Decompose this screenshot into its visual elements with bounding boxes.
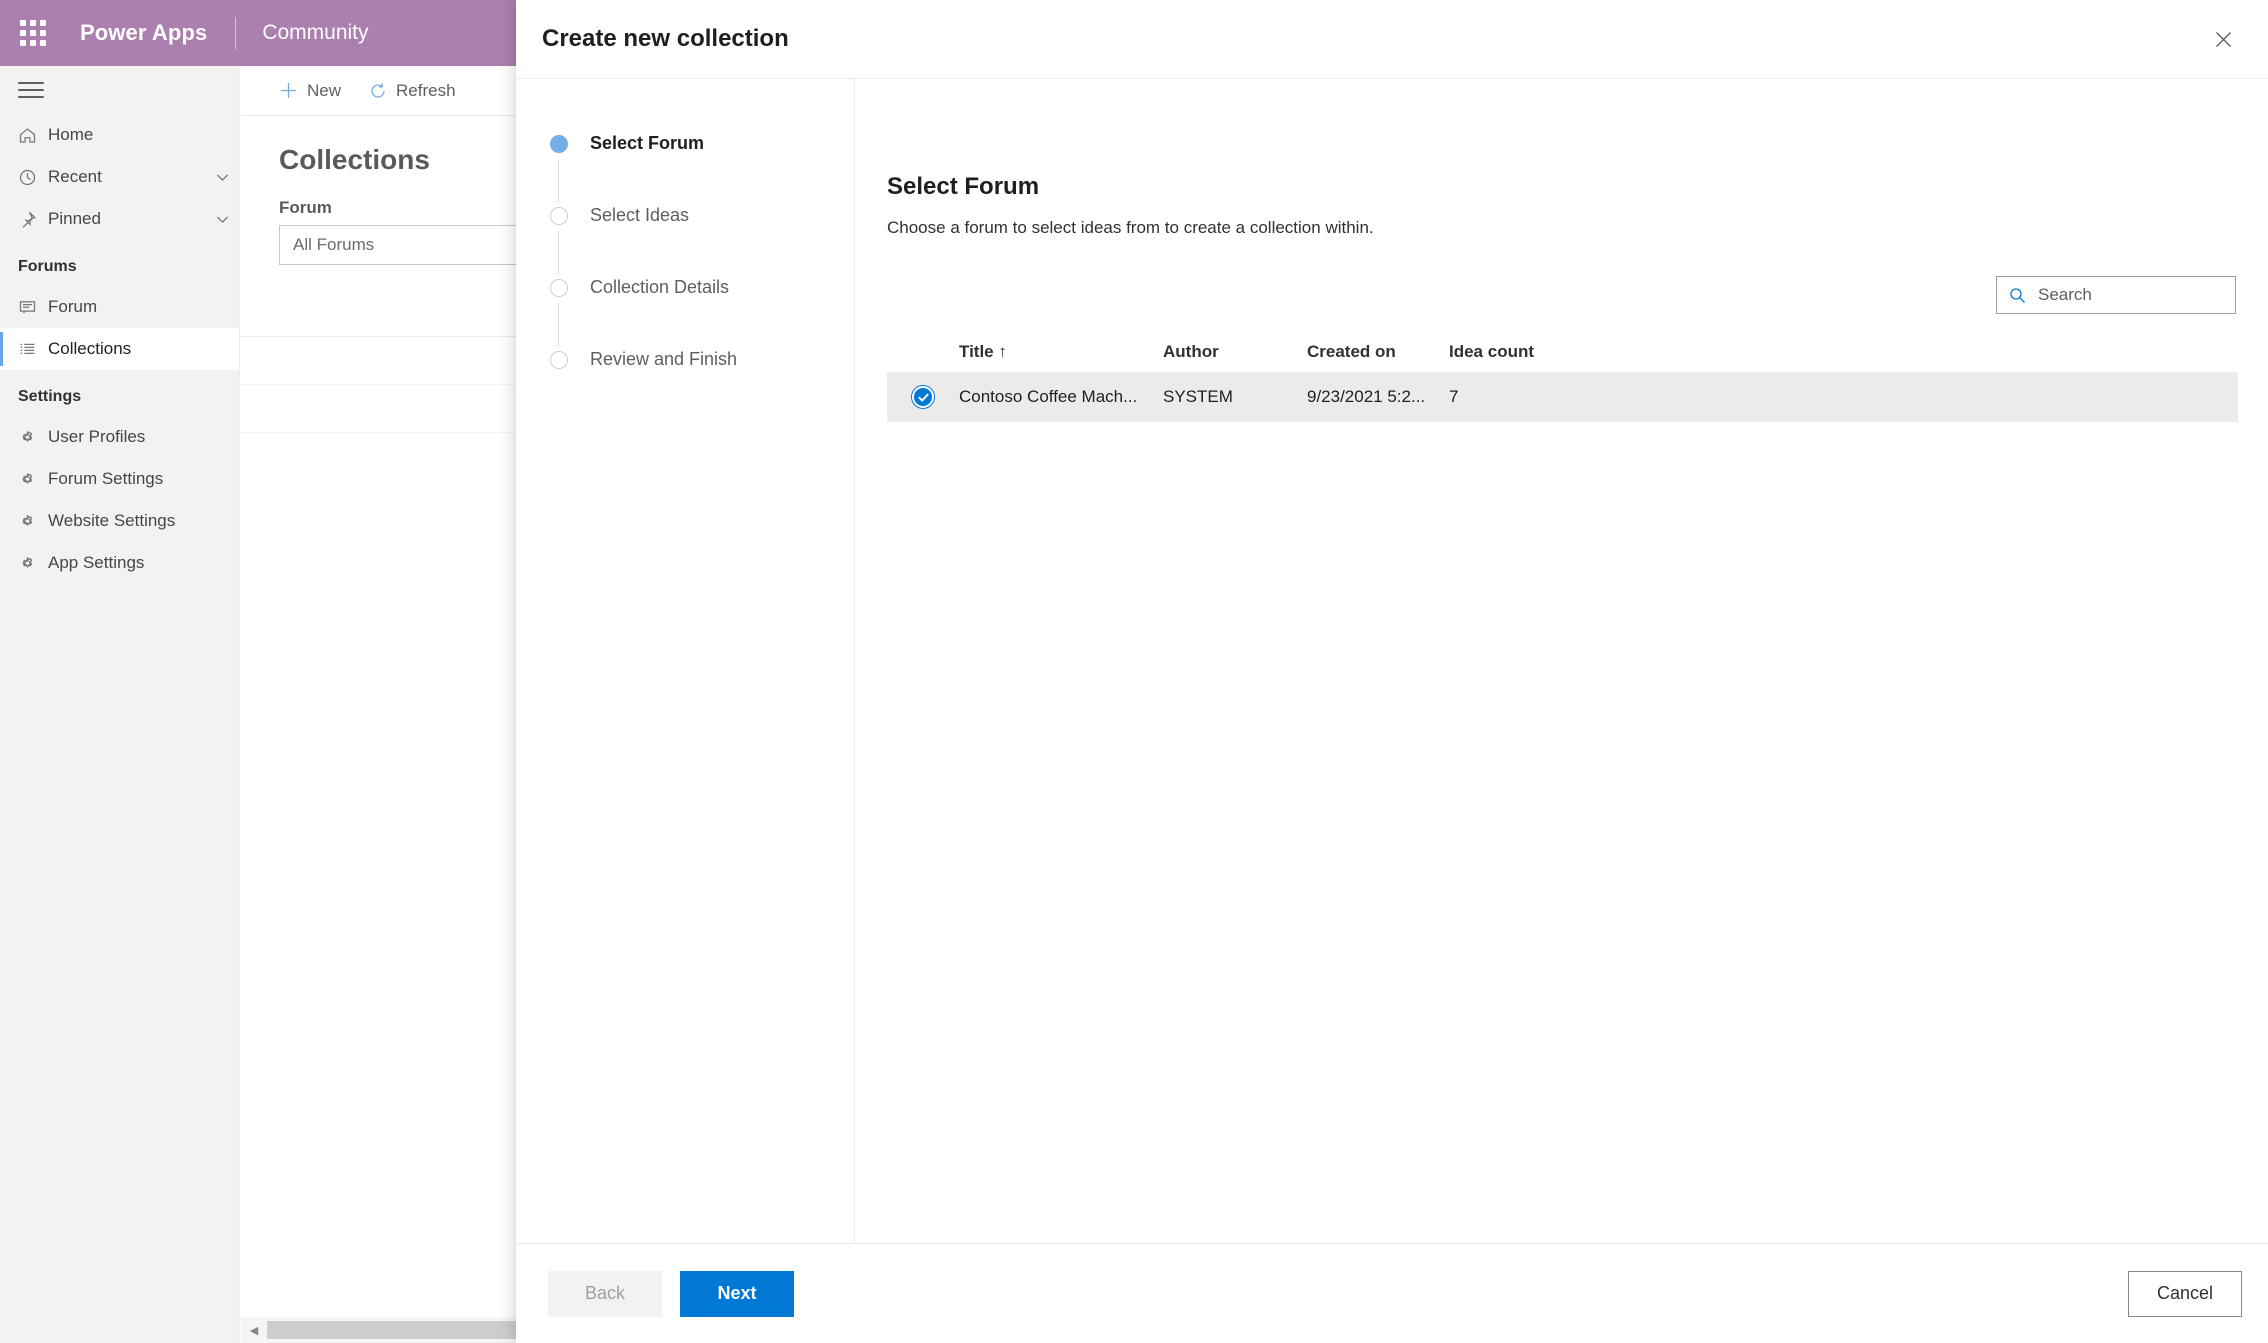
wizard-pane-inner: Select Forum Choose a forum to select id… — [855, 79, 2268, 1243]
row-select-cell[interactable] — [887, 386, 959, 408]
pin-icon — [18, 209, 48, 229]
forum-icon — [18, 297, 48, 317]
hamburger-bars — [18, 77, 44, 103]
sidebar-item-label: Website Settings — [48, 511, 176, 530]
sidebar-item-app-settings[interactable]: App Settings — [0, 542, 239, 584]
search-box[interactable] — [1996, 276, 2236, 314]
sidebar-group-title-settings: Settings — [18, 388, 82, 405]
sidebar-item-user-profiles[interactable]: User Profiles — [0, 416, 239, 458]
sidebar-item-label: Recent — [48, 167, 102, 186]
refresh-button[interactable]: Refresh — [369, 81, 456, 101]
sort-ascending-icon: ↑ — [998, 342, 1007, 361]
sidebar-group-title-forums: Forums — [18, 258, 77, 275]
step-connector — [558, 159, 559, 203]
clock-icon — [18, 167, 48, 187]
column-header-author[interactable]: Author — [1163, 342, 1307, 362]
home-icon — [18, 125, 48, 145]
dialog-header: Create new collection — [516, 0, 2268, 78]
app-launcher-icon[interactable] — [0, 0, 66, 66]
search-input[interactable] — [2036, 284, 2206, 306]
chevron-down-icon[interactable] — [205, 211, 239, 228]
sidebar-groups: Forums Forum Collections Settings User Profi… — [0, 240, 239, 584]
step-connector — [558, 231, 559, 275]
hamburger-menu-icon[interactable] — [0, 66, 240, 114]
sidebar-item-label: Forum Settings — [48, 469, 164, 488]
cell-created-on: 9/23/2021 5:2... — [1307, 387, 1426, 406]
sidebar-item-label: Forum — [48, 297, 98, 316]
wizard-step-select-ideas[interactable]: Select Ideas — [516, 205, 854, 277]
column-header-idea-count[interactable]: Idea count — [1449, 342, 1609, 362]
gear-icon — [18, 469, 48, 489]
column-header-title-label: Title — [959, 342, 994, 361]
new-button-label: New — [307, 80, 342, 100]
column-header-created-on[interactable]: Created on — [1307, 342, 1449, 362]
next-button[interactable]: Next — [680, 1270, 794, 1317]
sidebar-item-label: Pinned — [48, 209, 101, 228]
collections-list-icon — [18, 339, 48, 359]
dialog-title: Create new collection — [542, 25, 789, 52]
wizard-step-review-and-finish[interactable]: Review and Finish — [516, 349, 854, 421]
plus-icon — [279, 81, 298, 100]
wizard-step-label: Select Forum — [590, 133, 705, 153]
refresh-button-label: Refresh — [396, 80, 456, 100]
sidebar-item-pinned[interactable]: Pinned — [0, 198, 239, 240]
wizard-pane: Select Forum Choose a forum to select id… — [855, 79, 2268, 1243]
gear-icon — [18, 511, 48, 531]
create-collection-dialog: Create new collection Select Forum Select… — [516, 0, 2268, 1343]
cell-idea-count: 7 — [1449, 387, 1459, 406]
wizard-step-collection-details[interactable]: Collection Details — [516, 277, 854, 349]
step-bullet-icon — [550, 135, 568, 153]
wizard-step-select-forum[interactable]: Select Forum — [516, 133, 854, 205]
step-bullet-icon — [550, 279, 568, 297]
back-button[interactable]: Back — [548, 1270, 662, 1317]
wizard-step-label: Collection Details — [590, 277, 730, 297]
sidebar-item-home[interactable]: Home — [0, 114, 239, 156]
waffle-grid — [20, 20, 46, 46]
suite-divider — [235, 17, 237, 49]
check-circle-icon[interactable] — [912, 386, 934, 408]
wizard-step-label: Select Ideas — [590, 205, 690, 225]
scroll-left-icon[interactable]: ◀ — [241, 1317, 267, 1343]
sidebar-item-recent[interactable]: Recent — [0, 156, 239, 198]
sidebar-item-label: App Settings — [48, 553, 145, 572]
close-icon[interactable] — [2200, 16, 2246, 62]
sidebar-item-label: User Profiles — [48, 427, 146, 446]
sidebar-item-label: Home — [48, 125, 94, 144]
search-row — [887, 276, 2238, 314]
dialog-body: Select Forum Select Ideas Collection Detai… — [516, 78, 2268, 1243]
cell-author: SYSTEM — [1163, 387, 1233, 406]
pane-heading: Select Forum — [887, 173, 1040, 200]
sidebar-item-website-settings[interactable]: Website Settings — [0, 500, 239, 542]
column-header-title[interactable]: Title ↑ — [959, 342, 1163, 362]
refresh-icon — [369, 82, 387, 100]
table-header-row: Title ↑ Author Created on Idea count — [887, 332, 2238, 372]
dialog-footer: Back Next Cancel — [516, 1243, 2268, 1343]
forum-results-table: Title ↑ Author Created on Idea count Con… — [887, 332, 2238, 422]
wizard-steps: Select Forum Select Ideas Collection Detai… — [516, 79, 855, 1243]
sidebar: Home Recent Pinned Forums Forum Collections S… — [0, 66, 240, 1343]
wizard-step-label: Review and Finish — [590, 349, 738, 369]
cancel-button[interactable]: Cancel — [2128, 1270, 2242, 1317]
table-row[interactable]: Contoso Coffee Mach... SYSTEM 9/23/2021 5:… — [887, 372, 2238, 422]
sidebar-item-forum[interactable]: Forum — [0, 286, 239, 328]
cell-title: Contoso Coffee Mach... — [959, 387, 1138, 406]
pane-description: Choose a forum to select ideas from to c… — [887, 218, 1374, 237]
gear-icon — [18, 553, 48, 573]
step-bullet-icon — [550, 351, 568, 369]
search-icon — [2009, 287, 2026, 304]
forum-filter-value: All Forums — [293, 235, 375, 254]
gear-icon — [18, 427, 48, 447]
sidebar-item-label: Collections — [48, 339, 132, 358]
table-body: Contoso Coffee Mach... SYSTEM 9/23/2021 5:… — [887, 372, 2238, 422]
step-connector — [558, 303, 559, 347]
step-bullet-icon — [550, 207, 568, 225]
chevron-down-icon[interactable] — [205, 169, 239, 186]
sidebar-item-collections[interactable]: Collections — [0, 328, 239, 370]
app-name[interactable]: Community — [262, 21, 368, 45]
sidebar-item-forum-settings[interactable]: Forum Settings — [0, 458, 239, 500]
new-button[interactable]: New — [279, 81, 341, 101]
sidebar-primary-items: Home Recent Pinned — [0, 114, 239, 240]
product-name[interactable]: Power Apps — [80, 20, 207, 46]
